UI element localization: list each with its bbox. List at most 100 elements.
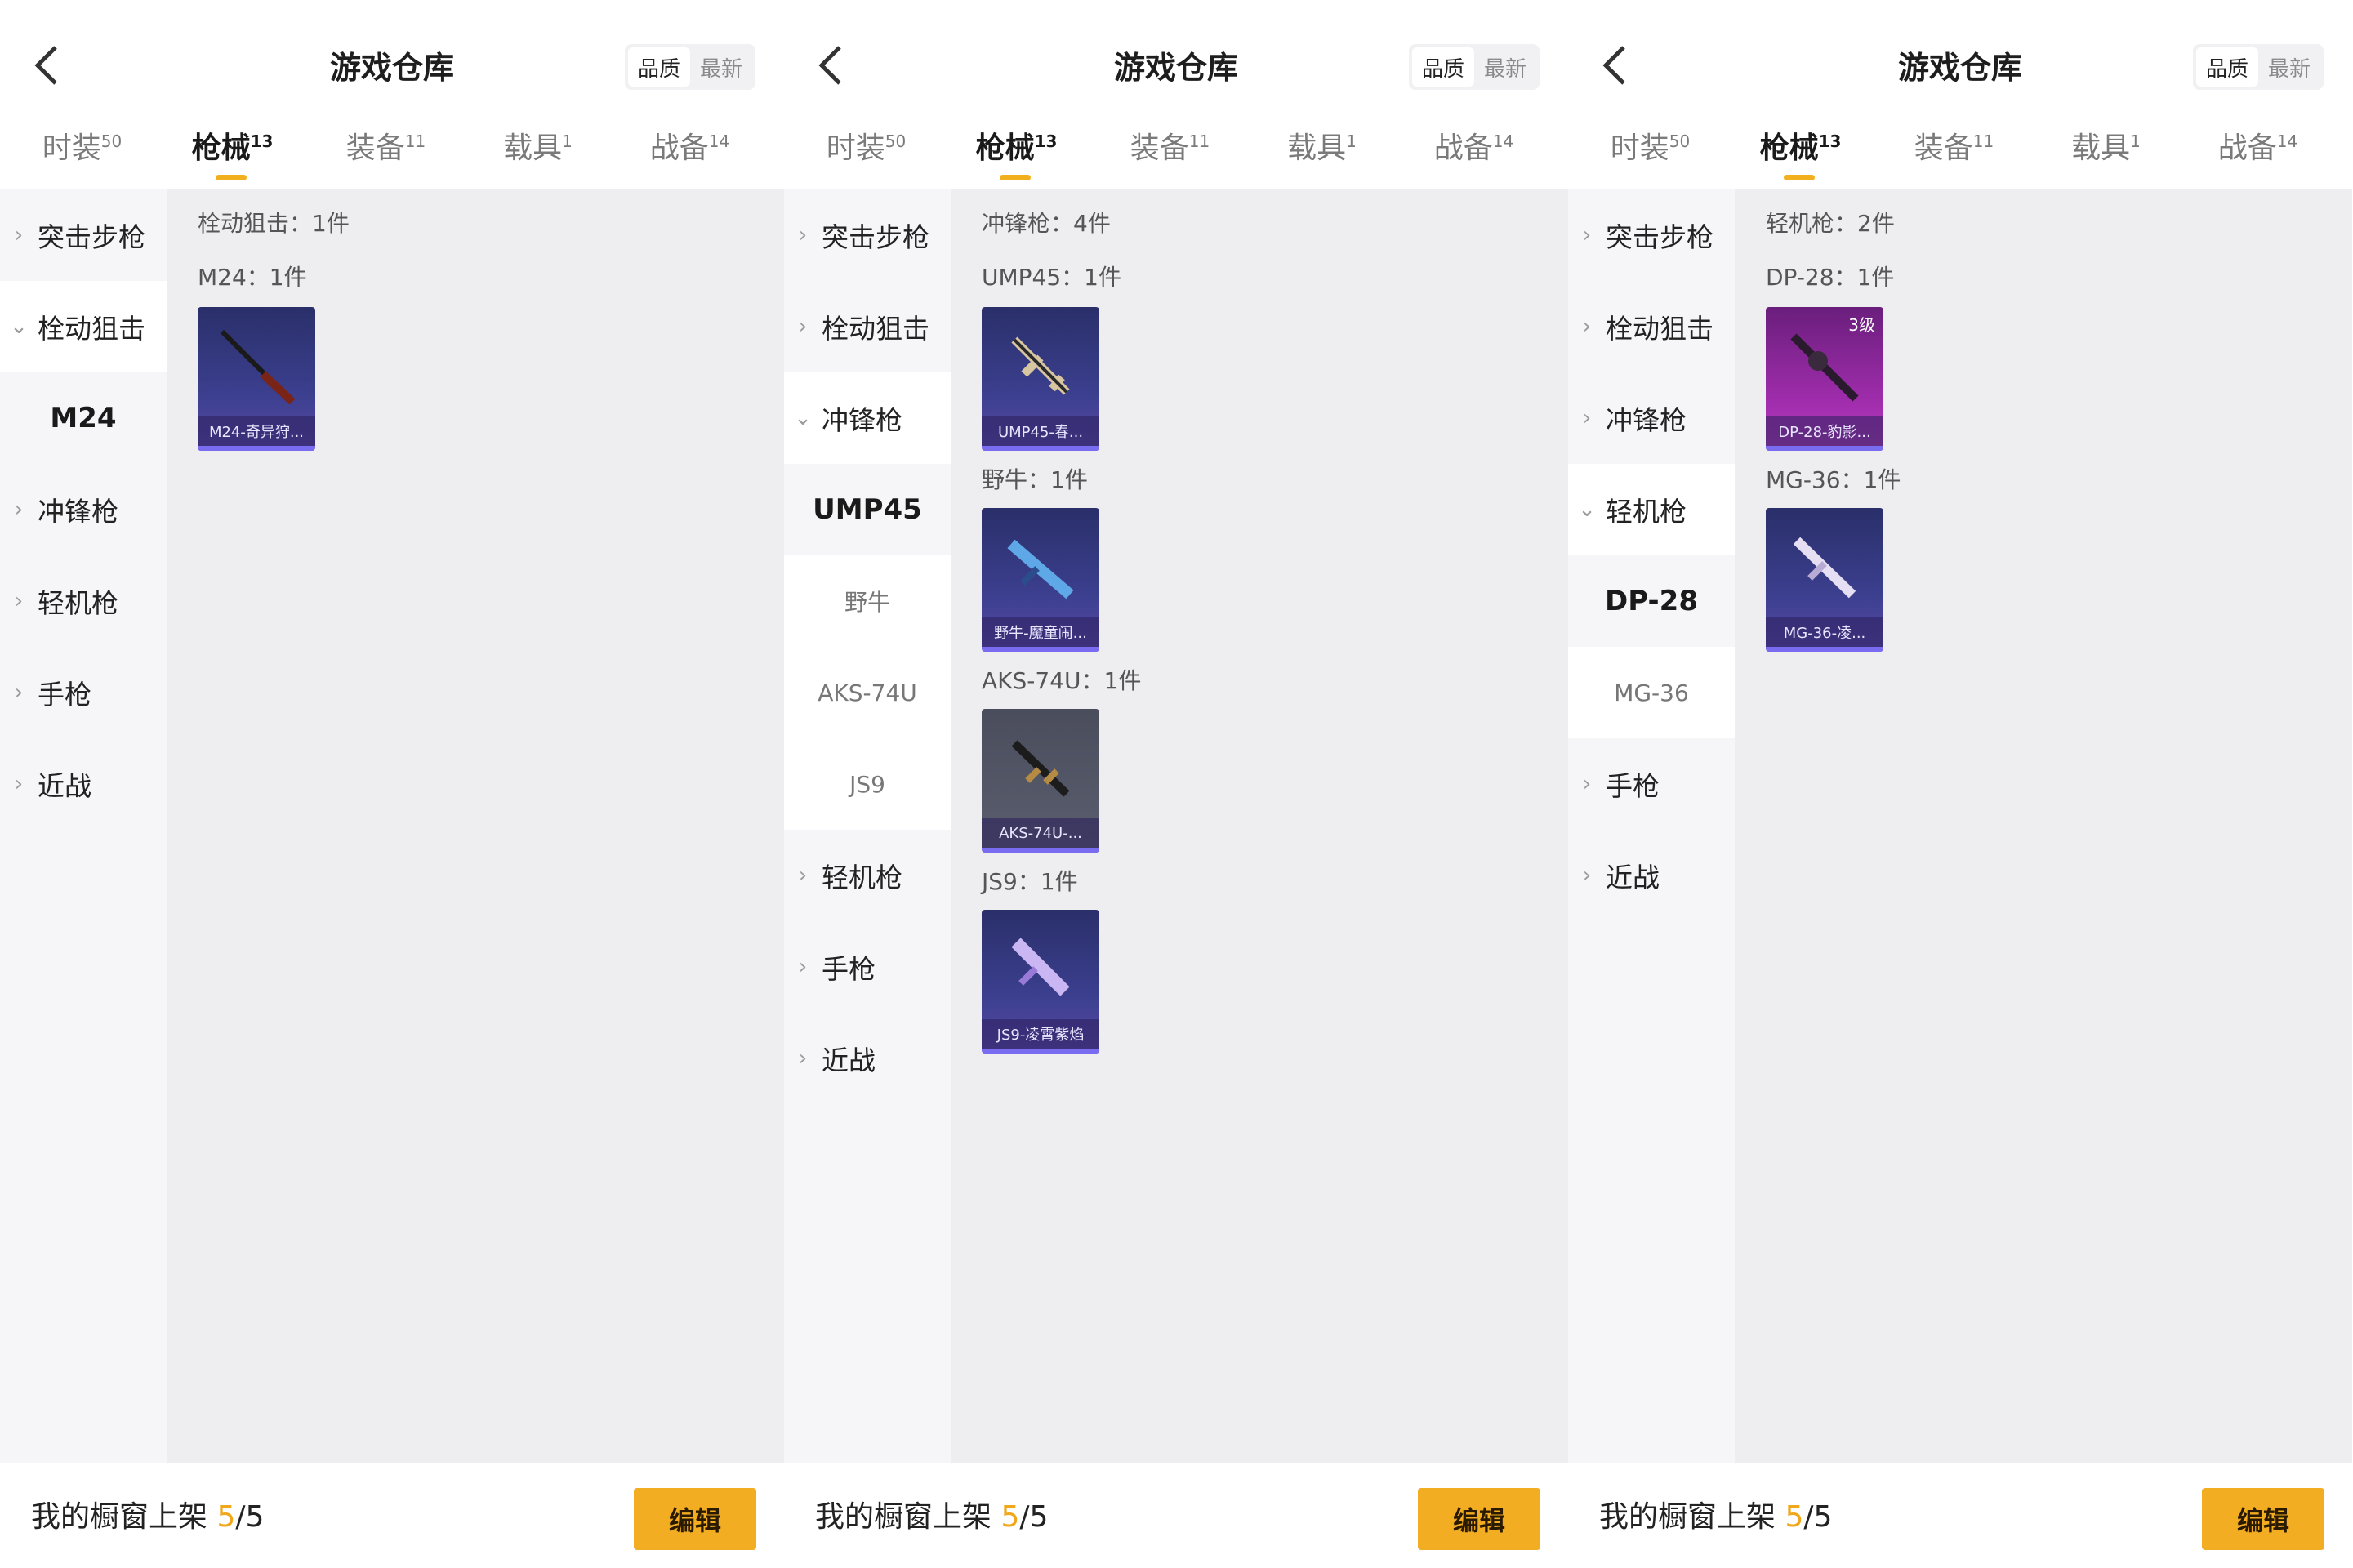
sidebar-item-label: 栓动狙击 — [38, 313, 145, 345]
smg-icon — [1011, 740, 1070, 797]
tab-fashion[interactable]: 时装50 — [1575, 124, 1726, 167]
sort-newest-button[interactable]: 最新 — [2258, 47, 2320, 87]
tab-equipment[interactable]: 装备11 — [1878, 124, 2030, 167]
tab-supplies[interactable]: 战备14 — [1398, 124, 1549, 167]
sidebar-item-melee[interactable]: › 近战 — [1568, 830, 1735, 921]
sidebar-item-label: 近战 — [822, 1045, 876, 1076]
sidebar-item-bolt-sniper[interactable]: › 栓动狙击 — [1568, 281, 1735, 372]
showcase-count: 5 — [1785, 1500, 1804, 1534]
tab-label: 枪械 — [1759, 131, 1819, 165]
tab-firearms[interactable]: 枪械13 — [157, 124, 308, 180]
sidebar-item-melee[interactable]: › 近战 — [784, 1013, 951, 1104]
sidebar-item-bolt-sniper[interactable]: › 栓动狙击 — [784, 281, 951, 372]
sidebar-item-label: 冲锋枪 — [822, 404, 902, 436]
sidebar-subitem-dp28[interactable]: DP-28 — [1568, 555, 1735, 647]
sidebar-item-pistol[interactable]: › 手枪 — [1568, 738, 1735, 830]
showcase-label: 我的橱窗上架 — [815, 1500, 992, 1534]
sidebar-item-lmg[interactable]: ⌄ 轻机枪 — [1568, 464, 1735, 555]
item-card-js9[interactable]: JS9-凌霄紫焰 — [982, 910, 1099, 1054]
sidebar-item-melee[interactable]: › 近战 — [0, 738, 167, 830]
chevron-right-icon: › — [14, 497, 24, 522]
sidebar-item-pistol[interactable]: › 手枪 — [0, 647, 167, 738]
tab-firearms[interactable]: 枪械13 — [941, 124, 1092, 180]
tab-label: 装备 — [1130, 131, 1189, 165]
sidebar-item-smg[interactable]: › 冲锋枪 — [0, 464, 167, 555]
tab-underline — [1784, 175, 1815, 180]
item-caption: 野牛-魔童闹... — [982, 617, 1099, 647]
tab-equipment[interactable]: 装备11 — [1094, 124, 1246, 167]
sort-quality-button[interactable]: 品质 — [628, 47, 690, 87]
sidebar-item-assault-rifle[interactable]: › 突击步枪 — [0, 189, 167, 281]
tab-label: 时装 — [1610, 131, 1669, 165]
item-card-ump45[interactable]: UMP45-春... — [982, 307, 1099, 451]
sort-newest-button[interactable]: 最新 — [1474, 47, 1536, 87]
group-count: 冲锋枪：4件 — [982, 210, 1111, 237]
tab-vehicles[interactable]: 载具1 — [1246, 124, 1397, 167]
tab-vehicles[interactable]: 载具1 — [2030, 124, 2181, 167]
tab-count: 50 — [100, 131, 123, 151]
tab-fashion[interactable]: 时装50 — [791, 124, 942, 167]
item-line: 野牛：1件 — [982, 466, 1088, 493]
sidebar-item-assault-rifle[interactable]: › 突击步枪 — [784, 189, 951, 281]
sidebar-subitem-aks74u[interactable]: AKS-74U — [784, 647, 951, 738]
sidebar-subitem-m24[interactable]: M24 — [0, 372, 167, 464]
sidebar-item-label: 突击步枪 — [38, 221, 145, 253]
tab-count: 14 — [708, 131, 730, 151]
panel-1: 游戏仓库 品质 最新 时装50 枪械13 装备11 载具1 战备14 › 突击步枪… — [0, 0, 784, 1568]
sidebar-subitem-bizon[interactable]: 野牛 — [784, 555, 951, 647]
sidebar-item-bolt-sniper[interactable]: ⌄ 栓动狙击 — [0, 281, 167, 372]
chevron-down-icon: ⌄ — [794, 406, 812, 430]
chevron-right-icon: › — [1582, 314, 1592, 339]
chevron-right-icon: › — [798, 955, 808, 979]
item-card-aks74u[interactable]: AKS-74U-... — [982, 709, 1099, 853]
sidebar-subitem-ump45[interactable]: UMP45 — [784, 464, 951, 555]
item-caption: AKS-74U-... — [982, 818, 1099, 848]
sort-quality-button[interactable]: 品质 — [2196, 47, 2258, 87]
rarity-bar — [198, 446, 315, 451]
tab-count: 1 — [1346, 131, 1357, 151]
category-tabs: 时装50 枪械13 装备11 载具1 战备14 — [784, 124, 1568, 189]
sort-newest-button[interactable]: 最新 — [690, 47, 752, 87]
sidebar-subitem-mg36[interactable]: MG-36 — [1568, 647, 1735, 738]
header: 游戏仓库 品质 最新 — [0, 0, 784, 131]
sidebar-item-lmg[interactable]: › 轻机枪 — [0, 555, 167, 647]
item-card-m24[interactable]: M24-奇异狩... — [198, 307, 315, 451]
tab-fashion[interactable]: 时装50 — [7, 124, 158, 167]
tab-equipment[interactable]: 装备11 — [310, 124, 461, 167]
edit-button[interactable]: 编辑 — [634, 1488, 756, 1550]
chevron-right-icon: › — [798, 863, 808, 888]
tab-count: 1 — [562, 131, 573, 151]
item-card-dp28[interactable]: 3级 DP-28-豹影... — [1766, 307, 1883, 451]
item-card-mg36[interactable]: MG-36-凌... — [1766, 508, 1883, 652]
sidebar-item-smg[interactable]: ⌄ 冲锋枪 — [784, 372, 951, 464]
tab-firearms[interactable]: 枪械13 — [1725, 124, 1876, 180]
item-caption: MG-36-凌... — [1766, 617, 1883, 647]
item-line: AKS-74U：1件 — [982, 667, 1142, 694]
sidebar-item-smg[interactable]: › 冲锋枪 — [1568, 372, 1735, 464]
sidebar-item-pistol[interactable]: › 手枪 — [784, 921, 951, 1013]
showcase-total: /5 — [235, 1500, 265, 1534]
chevron-right-icon: › — [1582, 772, 1592, 796]
sidebar-subitem-js9[interactable]: JS9 — [784, 738, 951, 830]
item-card-bizon[interactable]: 野牛-魔童闹... — [982, 508, 1099, 652]
sidebar-item-label: 冲锋枪 — [1606, 404, 1687, 436]
showcase-label: 我的橱窗上架 — [1599, 1500, 1776, 1534]
edit-button[interactable]: 编辑 — [1418, 1488, 1540, 1550]
tab-count: 14 — [2276, 131, 2298, 151]
chevron-right-icon: › — [14, 223, 24, 247]
chevron-right-icon: › — [1582, 223, 1592, 247]
tab-label: 装备 — [345, 131, 405, 165]
rarity-bar — [1766, 446, 1883, 451]
tab-vehicles[interactable]: 载具1 — [462, 124, 613, 167]
tab-supplies[interactable]: 战备14 — [614, 124, 765, 167]
sort-quality-button[interactable]: 品质 — [1412, 47, 1474, 87]
edit-button[interactable]: 编辑 — [2202, 1488, 2324, 1550]
item-line: JS9：1件 — [982, 868, 1078, 895]
sidebar-item-assault-rifle[interactable]: › 突击步枪 — [1568, 189, 1735, 281]
tab-label: 载具 — [503, 131, 563, 165]
sidebar-item-lmg[interactable]: › 轻机枪 — [784, 830, 951, 921]
tab-label: 时装 — [42, 131, 101, 165]
panel-3: 游戏仓库 品质 最新 时装50 枪械13 装备11 载具1 战备14 › 突击步枪… — [1568, 0, 2352, 1568]
tab-supplies[interactable]: 战备14 — [2182, 124, 2333, 167]
panel-2: 游戏仓库 品质 最新 时装50 枪械13 装备11 载具1 战备14 › 突击步枪… — [784, 0, 1568, 1568]
